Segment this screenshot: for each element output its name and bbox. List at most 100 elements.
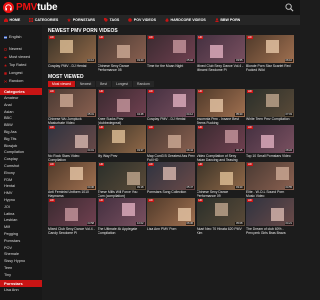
category-link[interactable]: Tiny: [0, 272, 42, 279]
video-title[interactable]: Mixed Club Sexy Dance Vol.4 - Minami Sex…: [197, 64, 245, 72]
nav-tags[interactable]: TAGS: [100, 15, 124, 25]
video-thumbnail[interactable]: HD 05:47: [147, 161, 195, 190]
category-link[interactable]: Pegging: [0, 231, 42, 238]
video-title[interactable]: White Teen Pmv Compilation: [246, 117, 294, 125]
video-thumbnail[interactable]: HD 03:55: [196, 35, 245, 63]
video-title[interactable]: Pornstars Song Collection: [147, 190, 195, 198]
category-link[interactable]: BBW: [0, 122, 42, 129]
category-link[interactable]: Teen: [0, 265, 42, 272]
nav-pov-videos[interactable]: POV VIDEOS: [124, 15, 161, 25]
video-card[interactable]: HD 04:12 Cosplay PMV - DJ Hentai: [48, 35, 96, 72]
video-title[interactable]: Lisa Ann PMV Porn: [147, 227, 195, 235]
sidebar-item-longest[interactable]: Longest: [0, 69, 42, 77]
video-card[interactable]: HD 03:29 Chinese Sexy Dance Performance 09: [196, 161, 245, 198]
video-card[interactable]: HD 03:37 My Way Pmv: [97, 125, 146, 162]
video-title[interactable]: The Ultimate 4k Applegate Compilation: [98, 227, 146, 235]
video-thumbnail[interactable]: HD 04:30: [48, 161, 96, 190]
category-link[interactable]: Pornstars: [0, 238, 42, 245]
category-link[interactable]: Big Tits: [0, 136, 42, 143]
video-thumbnail[interactable]: HD 05:08: [196, 198, 245, 226]
video-card[interactable]: HD 05:08 Akari Neo 70 Hinata 620 PMV Kim: [196, 198, 245, 235]
video-card[interactable]: HD 08:22 Top 10 Small Pornstars Video: [246, 125, 294, 162]
video-card[interactable]: HD 05:15 Video Compilation of Sexy Asian D…: [196, 125, 245, 162]
video-thumbnail[interactable]: HD 04:12: [48, 35, 96, 63]
nav-home[interactable]: HOME: [0, 15, 25, 25]
video-title[interactable]: Elite - W-O-L Sound Porn Music Video: [246, 190, 294, 198]
sidebar-item-newest[interactable]: Newest: [0, 45, 42, 53]
video-title[interactable]: Mixed Club Sexy Dance Vol.4 - Candy Sexd…: [48, 227, 96, 235]
video-card[interactable]: HD 03:55 Mixed Club Sexy Dance Vol.4 - Min…: [196, 35, 245, 72]
video-thumbnail[interactable]: HD 05:20: [196, 88, 245, 117]
category-link[interactable]: Anal: [0, 102, 42, 109]
category-link[interactable]: Compilation: [0, 149, 42, 156]
sort-tab[interactable]: Longest: [111, 80, 133, 87]
category-link[interactable]: Asian: [0, 109, 42, 116]
video-thumbnail[interactable]: HD 06:10: [246, 35, 294, 63]
pornstar-link[interactable]: Lisa Ann: [0, 287, 42, 294]
video-title[interactable]: Time for the Moan Night: [147, 64, 195, 72]
video-title[interactable]: Knee Sucks Pmv (clubbedegreat): [98, 117, 146, 125]
video-thumbnail[interactable]: HD 07:03: [246, 88, 294, 117]
video-thumbnail[interactable]: HD 04:12: [147, 88, 195, 117]
video-title[interactable]: Chinese Sexy Dance Performance 05: [98, 64, 146, 72]
video-card[interactable]: HD 04:55 Elite - W-O-L Sound Porn Music Vi…: [246, 161, 294, 198]
nav-bbw-porn[interactable]: BBW PORN: [211, 15, 245, 25]
category-link[interactable]: Sissy Hypno: [0, 258, 42, 265]
video-card[interactable]: HD 06:36 Lisa Ann PMV Porn: [147, 198, 195, 235]
sort-tab[interactable]: Random: [133, 80, 154, 87]
sort-tab[interactable]: Best: [96, 80, 111, 87]
category-link[interactable]: Milf: [0, 224, 42, 231]
video-thumbnail[interactable]: HD 06:44: [147, 125, 195, 153]
video-thumbnail[interactable]: HD 03:29: [196, 161, 245, 190]
sidebar-item-top-rated[interactable]: Top Rated: [0, 61, 42, 69]
category-link[interactable]: Hypno: [0, 197, 42, 204]
video-thumbnail[interactable]: HD 06:36: [147, 198, 195, 226]
video-title[interactable]: These Milfs Will Force You Cum (compilat…: [98, 190, 146, 198]
video-title[interactable]: No Rock Stars Video Compilation: [48, 154, 96, 162]
video-thumbnail[interactable]: HD 04:01: [48, 125, 96, 153]
video-card[interactable]: HD 05:02 Time for the Moan Night: [147, 35, 195, 72]
video-title[interactable]: The Dream of club 60% - Pmv.pmk Girls Br…: [246, 227, 294, 235]
video-title[interactable]: Anti Feminist Uniform 1010 Haymama: [48, 190, 96, 198]
video-card[interactable]: HD 06:10 Blonde Porn Star Scarlet Red Fuck…: [246, 35, 294, 72]
category-link[interactable]: Lesbian: [0, 217, 42, 224]
video-title[interactable]: Blonde Porn Star Scarlet Red Fucked Wild: [246, 64, 294, 72]
video-title[interactable]: Chinese Sexy Dance Performance 09: [197, 190, 245, 198]
video-card[interactable]: HD 07:03 White Teen Pmv Compilation: [246, 88, 294, 126]
video-card[interactable]: HD 05:20 Insomnia Pmv - Insane Best Teens …: [196, 88, 245, 125]
category-link[interactable]: JOI: [0, 204, 42, 211]
category-link[interactable]: Hentai: [0, 183, 42, 190]
nav-categories[interactable]: CATEGORIES: [25, 15, 63, 25]
video-card[interactable]: HD 04:12 Cosplay PMV - DJ Hentai: [147, 88, 195, 126]
language-selector[interactable]: English: [0, 33, 42, 41]
video-thumbnail[interactable]: HD 05:31: [48, 88, 96, 117]
category-link[interactable]: Cosplay: [0, 156, 42, 163]
search-icon[interactable]: [285, 3, 294, 12]
category-link[interactable]: Ebony: [0, 170, 42, 177]
video-card[interactable]: HD 03:40 Chinese Sexy Dance Performance 05: [97, 35, 146, 72]
video-title[interactable]: Cosplay PMV - DJ Hentai: [147, 117, 195, 125]
video-thumbnail[interactable]: HD 03:58: [48, 198, 96, 226]
nav-pornstars[interactable]: PORNSTARS: [63, 15, 100, 25]
video-thumbnail[interactable]: HD 10:02: [97, 198, 146, 226]
video-card[interactable]: HD 09:18 These Milfs Will Force You Cum (c…: [97, 161, 146, 198]
video-card[interactable]: HD 05:31 Chinese Wu Jumpluck Masturbate Vi…: [48, 88, 96, 125]
video-thumbnail[interactable]: HD 05:15: [196, 125, 245, 153]
video-card[interactable]: HD 05:47 Pornstars Song Collection: [147, 161, 195, 199]
video-title[interactable]: Video Compilation of Sexy Asian Dancing …: [197, 154, 245, 162]
video-thumbnail[interactable]: HD 04:55: [246, 161, 294, 190]
category-link[interactable]: Blowjob: [0, 143, 42, 150]
category-link[interactable]: Shemale: [0, 251, 42, 258]
nav-hardcore-videos[interactable]: HARDCORE VIDEOS: [161, 15, 211, 25]
category-link[interactable]: Latina: [0, 211, 42, 218]
video-title[interactable]: Insomnia Pmv - Insane Best Teens Fucking: [197, 117, 245, 125]
category-link[interactable]: Amateur: [0, 95, 42, 102]
category-link[interactable]: POV: [0, 245, 42, 252]
video-title[interactable]: Akari Neo 70 Hinata 620 PMV Kim: [197, 227, 245, 235]
category-link[interactable]: Cumshot: [0, 163, 42, 170]
video-card[interactable]: HD 04:01 No Rock Stars Video Compilation: [48, 125, 96, 162]
video-title[interactable]: Map Cunt3 B Greatest Ass Pmv Full HD: [147, 154, 195, 162]
video-title[interactable]: Cosplay PMV - DJ Hentai: [48, 64, 96, 72]
sort-tab[interactable]: Newest: [75, 80, 96, 87]
video-thumbnail[interactable]: HD 09:18: [97, 161, 146, 190]
